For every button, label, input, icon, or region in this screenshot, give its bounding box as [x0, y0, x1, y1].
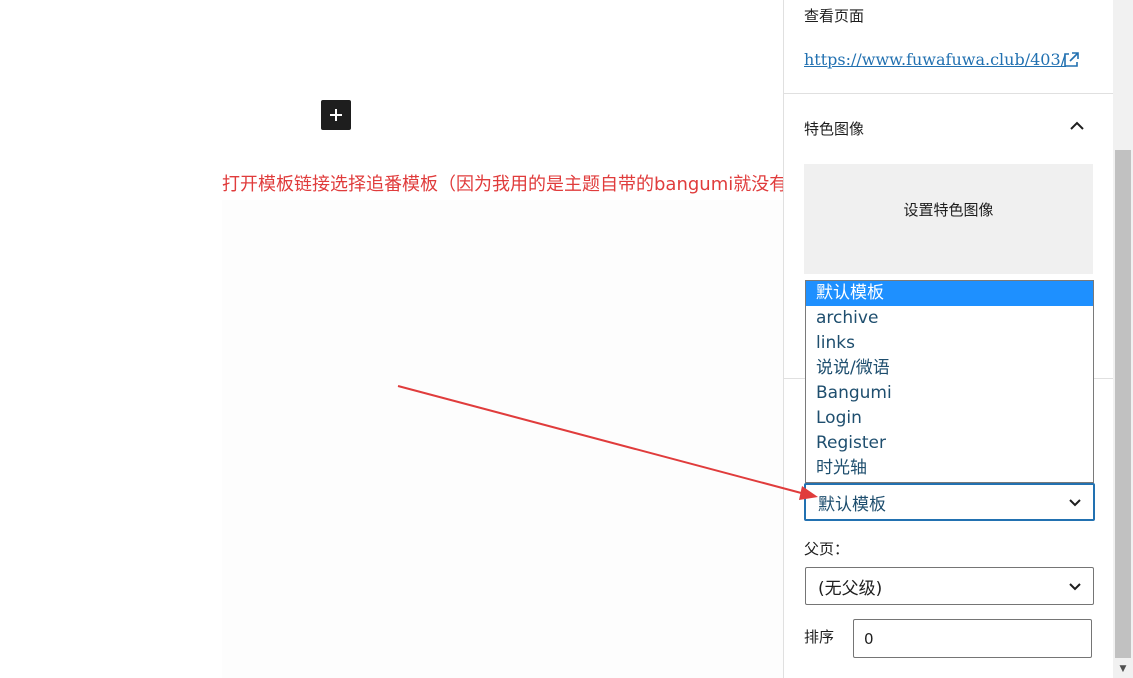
featured-image-panel-title[interactable]: 特色图像: [804, 118, 864, 139]
template-option[interactable]: Register: [806, 431, 1093, 456]
scroll-down-icon[interactable]: ▼: [1113, 660, 1133, 678]
parent-label: 父页：: [804, 540, 850, 558]
template-option[interactable]: Bangumi: [806, 381, 1093, 406]
scrollbar-thumb[interactable]: [1115, 150, 1131, 658]
editor-canvas: 打开模板链接选择追番模板（因为我用的是主题自带的bangumi就没有再弄）: [0, 0, 841, 678]
set-featured-image-button[interactable]: 设置特色图像: [804, 164, 1093, 274]
parent-selected-value: (无父级): [818, 578, 883, 599]
view-page-link[interactable]: https://www.fuwafuwa.club/403/: [804, 50, 1066, 69]
template-option[interactable]: Login: [806, 406, 1093, 431]
order-label: 排序: [804, 628, 835, 646]
order-input[interactable]: 0: [853, 619, 1092, 658]
chevron-down-icon: [1069, 583, 1081, 591]
editor-canvas-area: [222, 200, 783, 678]
template-option[interactable]: 默认模板: [806, 281, 1093, 306]
view-page-label: 查看页面: [804, 7, 865, 25]
template-option[interactable]: 说说/微语: [806, 356, 1093, 381]
plus-icon: [330, 109, 342, 121]
panel-divider: [784, 93, 1113, 94]
template-select[interactable]: 默认模板: [804, 483, 1095, 521]
template-option[interactable]: 时光轴: [806, 456, 1093, 481]
template-option[interactable]: links: [806, 331, 1093, 356]
add-block-button[interactable]: [321, 100, 351, 130]
external-link-icon[interactable]: [1062, 51, 1080, 69]
template-dropdown-list[interactable]: 默认模板 archive links 说说/微语 Bangumi Login R…: [805, 280, 1094, 483]
chevron-down-icon: [1069, 499, 1081, 507]
template-selected-value: 默认模板: [818, 494, 886, 515]
set-featured-image-label: 设置特色图像: [903, 200, 994, 219]
template-option[interactable]: archive: [806, 306, 1093, 331]
chevron-up-icon[interactable]: [1066, 115, 1088, 137]
parent-select[interactable]: (无父级): [805, 567, 1094, 605]
annotation-text: 打开模板链接选择追番模板（因为我用的是主题自带的bangumi就没有再弄）: [222, 174, 842, 195]
